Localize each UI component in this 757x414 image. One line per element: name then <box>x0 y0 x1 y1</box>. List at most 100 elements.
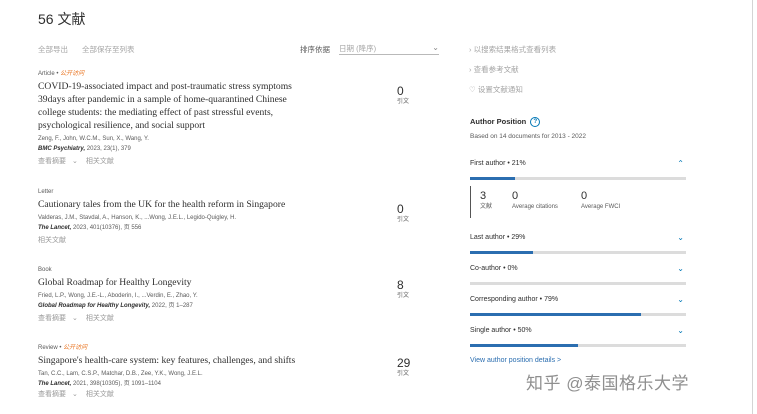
chevron-down-icon: ⌄ <box>72 158 78 165</box>
progress-fill <box>470 177 516 180</box>
doc-source-details: 2022, 页 1–287 <box>150 303 193 309</box>
open-access-badge: 公开访问 <box>63 345 88 351</box>
open-access-badge: 公开访问 <box>60 71 85 77</box>
position-corresponding-author[interactable]: Corresponding author • 79% ⌄ <box>470 295 686 316</box>
doc-type: Letter <box>38 189 54 195</box>
position-last-author[interactable]: Last author • 29% ⌄ <box>470 233 686 254</box>
progress-track <box>470 282 686 285</box>
doc-source-name: BMC Psychiatry, <box>38 146 86 152</box>
document-item: Letter Cautionary tales from the UK for … <box>38 188 438 245</box>
chevron-down-icon[interactable]: ⌄ <box>677 326 684 335</box>
position-first-author[interactable]: First author • 21% ⌃ <box>470 159 686 180</box>
progress-track <box>470 177 686 180</box>
sort-select-value: 日期 (降序) <box>339 44 377 53</box>
progress-fill <box>470 344 578 347</box>
link-label: 设置文献通知 <box>477 85 523 94</box>
position-label: Last author <box>470 234 506 241</box>
progress-track <box>470 313 686 316</box>
document-item: Review • 公开访问 Singapore's health-care sy… <box>38 344 438 399</box>
progress-fill <box>470 313 641 316</box>
bell-icon: ♡ <box>469 85 476 94</box>
position-percent: 50% <box>517 327 532 334</box>
stat-docs-value: 3 <box>480 190 487 202</box>
related-docs-link[interactable]: 相关文献 <box>86 315 114 322</box>
chevron-down-icon: ⌄ <box>72 315 78 322</box>
progress-track <box>470 251 686 254</box>
sort-label: 排序依据 <box>300 45 330 54</box>
link-label: 查看参考文献 <box>473 65 519 74</box>
chevron-down-icon: ⌄ <box>72 391 78 398</box>
stat-fwci-value: 0 <box>581 190 588 202</box>
view-abstract-link[interactable]: 查看摘要 <box>38 158 66 165</box>
view-references-link[interactable]: › 查看参考文献 <box>469 65 519 75</box>
save-all-link[interactable]: 全部保存至列表 <box>82 44 135 55</box>
watermark: 知乎 @泰国格乐大学 <box>526 374 689 393</box>
doc-type: Article <box>38 71 55 77</box>
document-item: Book Global Roadmap for Healthy Longevit… <box>38 266 438 323</box>
export-all-link[interactable]: 全部导出 <box>38 44 68 55</box>
citation-count[interactable]: 29 <box>397 356 410 370</box>
citation-label: 引文 <box>397 293 410 299</box>
panel-divider <box>752 0 753 414</box>
view-abstract-link[interactable]: 查看摘要 <box>38 391 66 398</box>
doc-type: Book <box>38 267 52 273</box>
link-label: 以搜索结果格式查看列表 <box>473 45 557 54</box>
progress-track <box>470 344 686 347</box>
document-item: Article • 公开访问 COVID-19-associated impac… <box>38 70 438 166</box>
chevron-down-icon[interactable]: ⌄ <box>677 295 684 304</box>
chevron-down-icon[interactable]: ⌄ <box>677 233 684 242</box>
view-author-position-details-link[interactable]: View author position details > <box>470 357 561 364</box>
doc-authors[interactable]: Tan, C.C., Lam, C.S.P., Matchar, D.B., Z… <box>38 370 438 378</box>
related-docs-link[interactable]: 相关文献 <box>86 391 114 398</box>
doc-title[interactable]: Singapore's health-care system: key feat… <box>38 354 308 367</box>
position-label: First author <box>470 160 506 167</box>
stat-fwci-label: Average FWCI <box>581 204 621 210</box>
doc-source-name: The Lancet, <box>38 381 72 387</box>
results-toolbar: 全部导出 全部保存至列表 排序依据 日期 (降序) ⌄ <box>38 43 440 58</box>
title-text: Author Position <box>470 117 527 126</box>
citation-label: 引文 <box>397 99 410 105</box>
related-docs-link[interactable]: 相关文献 <box>38 237 66 244</box>
doc-authors[interactable]: Zeng, F., John, W.C.M., Sun, X., Wang, Y… <box>38 135 438 143</box>
sort-select[interactable]: 日期 (降序) ⌄ <box>339 43 439 55</box>
first-author-stats: 3 文献 0 Average citations 0 Average FWCI <box>470 186 620 218</box>
position-label: Co-author <box>470 265 502 272</box>
doc-source-details: 2023, 23(1), 379 <box>85 146 131 152</box>
chevron-right-icon: › <box>469 65 472 74</box>
position-percent: 21% <box>511 160 526 167</box>
doc-authors[interactable]: Fried, L.P., Wong, J.E.-L., Aboderin, I.… <box>38 292 438 300</box>
doc-authors[interactable]: Valderas, J.M., Stavdal, A., Hanson, K.,… <box>38 214 438 222</box>
author-position-title: Author Position ? <box>470 117 541 127</box>
stat-citations-label: Average citations <box>512 204 558 210</box>
stat-citations-value: 0 <box>512 190 519 202</box>
chevron-right-icon: › <box>469 45 472 54</box>
citation-count[interactable]: 8 <box>397 278 409 292</box>
citation-count[interactable]: 0 <box>397 202 409 216</box>
doc-title[interactable]: Cautionary tales from the UK for the hea… <box>38 198 308 211</box>
doc-title[interactable]: COVID-19-associated impact and post-trau… <box>38 80 308 132</box>
position-percent: 0% <box>507 265 518 272</box>
related-docs-link[interactable]: 相关文献 <box>86 158 114 165</box>
page-title: 56 文献 <box>38 11 86 27</box>
citation-label: 引文 <box>397 371 410 377</box>
chevron-up-icon[interactable]: ⌃ <box>677 159 684 168</box>
doc-source-details: 2023, 401(10376), 页 556 <box>71 225 142 231</box>
doc-type: Review <box>38 345 58 351</box>
view-as-search-results-link[interactable]: › 以搜索结果格式查看列表 <box>469 45 556 55</box>
info-icon[interactable]: ? <box>530 117 541 127</box>
doc-title[interactable]: Global Roadmap for Healthy Longevity <box>38 276 308 289</box>
position-percent: 29% <box>511 234 526 241</box>
position-label: Corresponding author <box>470 296 538 303</box>
set-alert-link[interactable]: ♡ 设置文献通知 <box>469 85 523 95</box>
chevron-down-icon[interactable]: ⌄ <box>677 264 684 273</box>
citation-label: 引文 <box>397 217 410 223</box>
position-percent: 79% <box>544 296 559 303</box>
doc-source-details: 2021, 398(10305), 页 1091–1104 <box>71 381 161 387</box>
doc-source-name: The Lancet, <box>38 225 72 231</box>
citation-count[interactable]: 0 <box>397 84 409 98</box>
chevron-down-icon: ⌄ <box>432 43 439 52</box>
position-single-author[interactable]: Single author • 50% ⌄ <box>470 326 686 347</box>
author-position-subtitle: Based on 14 documents for 2013 - 2022 <box>470 133 586 140</box>
position-co-author[interactable]: Co-author • 0% ⌄ <box>470 264 686 285</box>
view-abstract-link[interactable]: 查看摘要 <box>38 315 66 322</box>
